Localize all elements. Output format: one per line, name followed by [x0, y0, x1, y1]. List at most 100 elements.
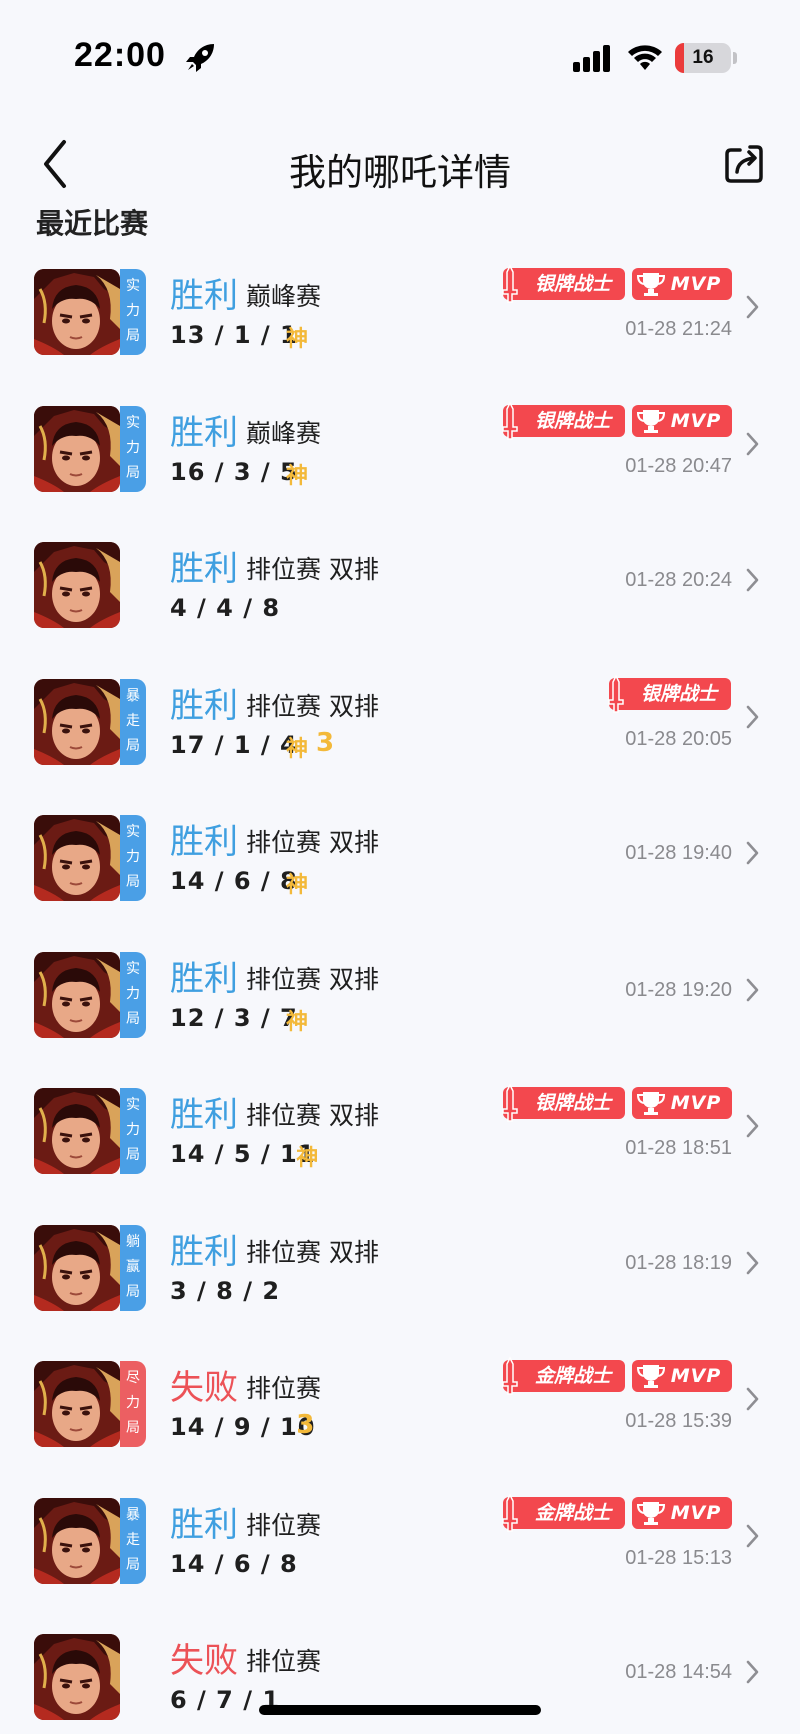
medal-badge: 银牌战士	[608, 673, 731, 713]
mvp-badge: MVP	[632, 1360, 732, 1392]
cellular-signal-icon	[573, 45, 610, 72]
match-kda: 14 / 9 / 10	[170, 1413, 316, 1441]
match-mode: 排位赛 双排	[246, 1237, 379, 1267]
chevron-right-icon[interactable]	[744, 838, 762, 868]
tier-tag: 实力局	[120, 1088, 146, 1174]
match-mode: 排位赛 双排	[246, 828, 379, 857]
medal-badge: 银牌战士	[502, 400, 625, 440]
match-row[interactable]: 实力局胜利 排位赛 双排 12 / 3 / 7 神 01-28 19:20	[0, 941, 800, 1078]
match-time: 01-28 14:54	[625, 1661, 732, 1683]
trophy-icon	[636, 1365, 666, 1388]
nav-bar: 我的哪吒详情	[0, 120, 800, 210]
match-row[interactable]: 尽力局失败 排位赛 14 / 9 / 10 3 金牌战士 MVP 01-28 15:39	[0, 1350, 800, 1487]
match-kda: 17 / 1 / 4	[170, 730, 298, 759]
mvp-badge: MVP	[632, 1496, 732, 1529]
hero-avatar-group: 暴走局	[34, 678, 146, 765]
tier-tag: 暴走局	[120, 1497, 146, 1584]
match-mode: 排位赛	[246, 1647, 322, 1676]
match-time: 01-28 15:13	[625, 1546, 732, 1569]
home-indicator[interactable]	[259, 1705, 541, 1715]
medal-badge: 银牌战士	[502, 1083, 625, 1122]
medal-label: 金牌战士	[534, 1501, 611, 1524]
hero-avatar-group: 实力局	[34, 815, 146, 901]
match-row[interactable]: 暴走局胜利 排位赛 14 / 6 / 8 金牌战士 MVP 01-28 15:13	[0, 1487, 800, 1624]
chevron-right-icon[interactable]	[744, 1521, 762, 1551]
wifi-icon	[628, 45, 662, 70]
god-like-badge: 神	[296, 1146, 319, 1171]
medal-label: 银牌战士	[534, 409, 611, 432]
tier-tag: 暴走局	[120, 678, 146, 765]
match-mode: 排位赛 双排	[246, 555, 379, 584]
match-mode: 排位赛 双排	[246, 691, 379, 721]
hero-avatar-group: 实力局	[34, 951, 146, 1038]
medal-label: 银牌战士	[534, 1092, 611, 1114]
chevron-right-icon[interactable]	[744, 975, 762, 1005]
battery-icon: 16	[675, 43, 731, 73]
match-mode: 巅峰赛	[246, 282, 322, 311]
share-icon[interactable]	[722, 142, 766, 186]
hero-avatar	[34, 269, 120, 355]
match-time: 01-28 18:51	[625, 1137, 732, 1159]
trophy-icon	[636, 273, 666, 296]
hero-avatar-group: 实力局	[34, 405, 146, 492]
match-row[interactable]: 失败 排位赛 6 / 7 / 1 01-28 14:54	[0, 1623, 800, 1734]
hero-avatar	[34, 542, 120, 628]
match-result: 胜利	[170, 1231, 238, 1272]
hero-avatar-group	[34, 1634, 146, 1720]
chevron-right-icon[interactable]	[744, 1657, 762, 1687]
hero-avatar	[34, 405, 120, 492]
match-result: 胜利	[170, 276, 238, 316]
match-row[interactable]: 实力局胜利 排位赛 双排 14 / 6 / 8 神 01-28 19:40	[0, 804, 800, 941]
tier-tag: 实力局	[120, 405, 146, 492]
match-time: 01-28 21:24	[625, 318, 732, 340]
medal-label: 金牌战士	[534, 1365, 611, 1387]
chevron-right-icon[interactable]	[744, 429, 762, 459]
status-bar: 22:00 16	[0, 0, 800, 110]
match-result: 胜利	[170, 1504, 238, 1545]
match-mode: 排位赛	[246, 1374, 322, 1403]
hero-avatar	[34, 678, 120, 765]
chevron-right-icon[interactable]	[744, 1111, 762, 1141]
mvp-badge: MVP	[632, 268, 732, 300]
chevron-right-icon[interactable]	[744, 702, 762, 732]
tier-tag: 躺赢局	[120, 1224, 146, 1311]
match-time: 01-28 18:19	[625, 1251, 732, 1274]
chevron-right-icon[interactable]	[744, 565, 762, 595]
hero-avatar	[34, 1634, 120, 1720]
match-kda: 14 / 6 / 8	[170, 1549, 298, 1578]
match-row[interactable]: 实力局胜利 巅峰赛 13 / 1 / 1 神 银牌战士 MVP 01-28 21:24	[0, 258, 800, 395]
chevron-right-icon[interactable]	[744, 1384, 762, 1414]
match-row[interactable]: 躺赢局胜利 排位赛 双排 3 / 8 / 2 01-28 18:19	[0, 1214, 800, 1351]
hero-avatar-group: 实力局	[34, 1088, 146, 1174]
sword-icon	[502, 400, 518, 440]
chevron-right-icon[interactable]	[744, 1248, 762, 1278]
match-result: 胜利	[170, 685, 238, 726]
page-title: 我的哪吒详情	[289, 151, 511, 194]
medal-label: 银牌战士	[534, 273, 611, 295]
medal-label: 银牌战士	[640, 682, 717, 705]
match-time: 01-28 15:39	[625, 1410, 732, 1432]
sword-icon	[502, 1083, 518, 1122]
match-kda: 12 / 3 / 7	[170, 1003, 298, 1032]
hero-avatar	[34, 815, 120, 901]
tier-tag: 实力局	[120, 951, 146, 1038]
match-row[interactable]: 实力局胜利 巅峰赛 16 / 3 / 5 神 银牌战士 MVP 01-28 20:47	[0, 395, 800, 532]
god-like-badge: 神	[286, 327, 309, 352]
rocket-icon	[186, 44, 214, 72]
hero-avatar	[34, 1497, 120, 1584]
mvp-badge: MVP	[632, 404, 732, 437]
hero-avatar-group	[34, 542, 146, 628]
section-title: 最近比赛	[36, 207, 149, 240]
chevron-right-icon[interactable]	[744, 292, 762, 322]
hero-avatar-group: 暴走局	[34, 1497, 146, 1584]
medal-badge: 金牌战士	[502, 1356, 625, 1395]
tier-tag: 实力局	[120, 269, 146, 355]
hero-avatar	[34, 951, 120, 1038]
match-kda: 16 / 3 / 5	[170, 457, 298, 486]
trophy-icon	[636, 1092, 666, 1115]
match-row[interactable]: 实力局胜利 排位赛 双排 14 / 5 / 11 神 银牌战士 MVP 01-28 18:5…	[0, 1077, 800, 1214]
match-list: 实力局胜利 巅峰赛 13 / 1 / 1 神银牌战士 MVP 01-28 21:24 实力…	[0, 258, 800, 1734]
match-row[interactable]: 暴走局胜利 排位赛 双排 17 / 1 / 4 神 3 银牌战士 01-28 20:05	[0, 668, 800, 805]
match-row[interactable]: 胜利 排位赛 双排 4 / 4 / 8 01-28 20:24	[0, 531, 800, 668]
trophy-icon	[636, 409, 666, 433]
